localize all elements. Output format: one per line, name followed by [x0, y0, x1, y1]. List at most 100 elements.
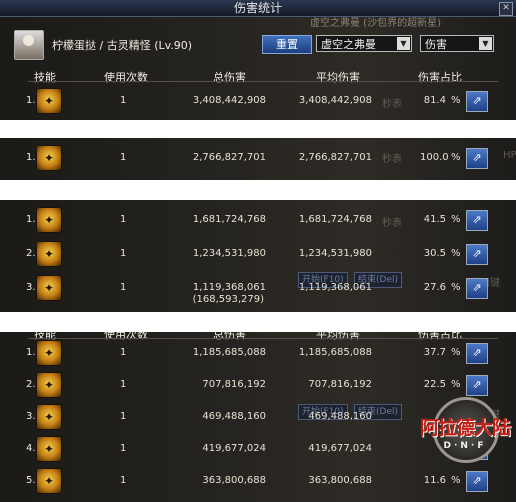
row-share-percent: 11.6 — [423, 475, 446, 486]
col-uses: 使用次数 — [104, 71, 148, 84]
row-total-damage: 3,408,442,908 — [192, 95, 266, 106]
avatar — [14, 30, 44, 60]
row-total-damage: 363,800,688 — [202, 475, 266, 486]
table-row: 3. ✦ 1 1,119,368,061 1,119,368,061 27.6% ⇗ (168… — [0, 273, 516, 305]
share-icon[interactable]: ⇗ — [466, 210, 488, 231]
share-icon[interactable]: ⇗ — [466, 343, 488, 364]
table-row: 1. ✦ 1 1,185,685,088 1,185,685,088 37.7% ⇗ — [0, 338, 516, 366]
panel-3-scene: 秒表 开始(F10) 结束(Del) 使用键 1.✦11,681,724,768… — [0, 200, 516, 312]
panel-2-scene: 秒表 HP 1. ✦ 1 2,766,827,701 2,766,827,701 100.… — [0, 138, 516, 180]
row-sub-damage: (168,593,279) — [192, 294, 264, 305]
reset-button[interactable]: 重置 — [262, 35, 312, 54]
row-uses: 1 — [120, 443, 127, 454]
row-avg-damage: 363,800,688 — [308, 475, 372, 486]
row-share-percent: 27.6 — [423, 282, 446, 293]
row-avg-damage: 1,185,685,088 — [298, 347, 372, 358]
header-row: 柠檬蛋挞 / 古灵精怪 (Lv.90) 重置 虚空之弗曼 ▼ 伤害 ▼ — [0, 28, 516, 62]
row-total-damage: 419,677,024 — [202, 443, 266, 454]
row-total-damage: 1,234,531,980 — [192, 248, 266, 259]
share-icon[interactable]: ⇗ — [466, 471, 488, 492]
percent-sign: % — [451, 475, 461, 486]
row-index: 1. — [26, 347, 36, 358]
row-uses: 1 — [120, 95, 127, 106]
skill-icon: ✦ — [36, 372, 62, 398]
row-index: 2. — [26, 248, 36, 259]
row-share-percent: 100.0 — [420, 152, 449, 163]
table-row: 1. ✦ 1 2,766,827,701 2,766,827,701 100.0% ⇗ — [0, 143, 516, 171]
metric-select[interactable]: 伤害 ▼ — [420, 35, 494, 52]
percent-sign: % — [451, 379, 461, 390]
share-icon[interactable]: ⇗ — [466, 278, 488, 299]
row-uses: 1 — [120, 282, 127, 293]
row-index: 1. — [26, 95, 36, 106]
close-icon[interactable]: ✕ — [499, 2, 513, 16]
row-uses: 1 — [120, 152, 127, 163]
window-title: 伤害统计 — [233, 1, 282, 15]
table-row: 5. ✦ 1 363,800,688 363,800,688 11.6% ⇗ — [0, 466, 516, 494]
row-index: 3. — [26, 282, 36, 293]
skill-icon: ✦ — [36, 241, 62, 267]
row-avg-damage: 1,234,531,980 — [298, 248, 372, 259]
row-index: 1. — [26, 152, 36, 163]
separator-band — [0, 312, 516, 332]
percent-sign: % — [451, 152, 461, 163]
dungeon-select[interactable]: 虚空之弗曼 ▼ — [316, 35, 412, 52]
row-share-percent: 22.5 — [423, 379, 446, 390]
row-index: 4. — [26, 443, 36, 454]
separator-band — [0, 180, 516, 200]
watermark-logo: 阿拉德大陆 D·N·F — [415, 395, 515, 467]
percent-sign: % — [451, 248, 461, 259]
percent-sign: % — [451, 347, 461, 358]
col-avg: 平均伤害 — [316, 71, 360, 84]
col-skill: 技能 — [34, 71, 56, 84]
skill-icon: ✦ — [36, 436, 62, 462]
row-uses: 1 — [120, 347, 127, 358]
skill-icon: ✦ — [36, 88, 62, 114]
table-row: 2. ✦ 1 707,816,192 707,816,192 22.5% ⇗ — [0, 370, 516, 398]
share-icon[interactable]: ⇗ — [466, 375, 488, 396]
watermark-title: 阿拉德大陆 — [419, 417, 511, 439]
chevron-down-icon: ▼ — [479, 37, 492, 50]
row-index: 1. — [26, 214, 36, 225]
col-share: 伤害占比 — [418, 71, 462, 84]
row-share-percent: 37.7 — [423, 347, 446, 358]
row-avg-damage: 1,681,724,768 — [298, 214, 372, 225]
row-share-percent: 81.4 — [423, 95, 446, 106]
table-row: 1. ✦ 1 1,681,724,768 1,681,724,768 41.5% ⇗ — [0, 205, 516, 233]
row-uses: 1 — [120, 411, 127, 422]
separator-band — [0, 120, 516, 138]
panel-1-scene: 伤害统计 ✕ 虚空之弗曼 (沙包界的超新星) 柠檬蛋挞 / 古灵精怪 (Lv.9… — [0, 0, 516, 120]
character-name: 柠檬蛋挞 / 古灵精怪 (Lv.90) — [52, 39, 193, 52]
skill-icon: ✦ — [36, 275, 62, 301]
row-avg-damage: 1,119,368,061 — [298, 282, 372, 293]
percent-sign: % — [451, 95, 461, 106]
col-total: 总伤害 — [213, 71, 246, 84]
row-avg-damage: 469,488,160 — [308, 411, 372, 422]
share-icon[interactable]: ⇗ — [466, 244, 488, 265]
row-total-damage: 469,488,160 — [202, 411, 266, 422]
row-total-damage: 707,816,192 — [202, 379, 266, 390]
skill-icon: ✦ — [36, 340, 62, 366]
header-divider — [28, 81, 498, 82]
row-index: 5. — [26, 475, 36, 486]
row-avg-damage: 2,766,827,701 — [298, 152, 372, 163]
percent-sign: % — [451, 282, 461, 293]
percent-sign: % — [451, 214, 461, 225]
row-total-damage: 2,766,827,701 — [192, 152, 266, 163]
row-avg-damage: 419,677,024 — [308, 443, 372, 454]
panel-4-scene: 技能 使用次数 总伤害 平均伤害 伤害占比 开始(F10) 结束(Del) 使用… — [0, 332, 516, 502]
row-index: 3. — [26, 411, 36, 422]
share-icon[interactable]: ⇗ — [466, 148, 488, 169]
chevron-down-icon: ▼ — [397, 37, 410, 50]
skill-icon: ✦ — [36, 404, 62, 430]
column-header: 技能 使用次数 总伤害 平均伤害 伤害占比 — [0, 66, 516, 84]
skill-icon: ✦ — [36, 145, 62, 171]
row-total-damage: 1,681,724,768 — [192, 214, 266, 225]
row-total-damage: 1,185,685,088 — [192, 347, 266, 358]
table-row: 1. ✦ 1 3,408,442,908 3,408,442,908 81.4% ⇗ — [0, 86, 516, 114]
row-uses: 1 — [120, 379, 127, 390]
background-dropdown-text: 虚空之弗曼 (沙包界的超新星) — [310, 18, 441, 29]
skill-icon: ✦ — [36, 468, 62, 494]
row-uses: 1 — [120, 248, 127, 259]
share-icon[interactable]: ⇗ — [466, 91, 488, 112]
